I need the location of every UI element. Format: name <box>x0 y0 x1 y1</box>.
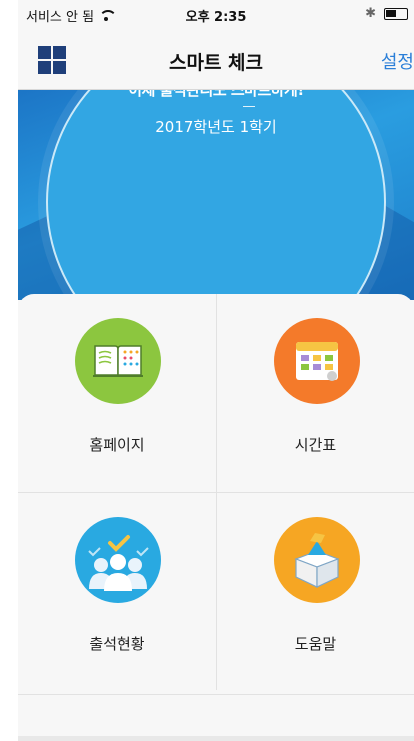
calendar-icon <box>274 318 360 404</box>
menu-label-timetable: 시간표 <box>294 436 337 454</box>
status-right: ✱ <box>365 6 408 21</box>
settings-button[interactable]: 설정 <box>381 48 414 74</box>
attendance-people-icon <box>75 517 161 603</box>
main-menu-grid: 홈페이지 시간표 출석현황 도움말 <box>18 294 414 694</box>
hero-circle: 이제 출석관리도 스마트하게! 2017학년도 1학기 <box>46 90 386 300</box>
status-bar: 서비스 안 됨 오후 2:35 ✱ <box>18 0 414 28</box>
nav-bar: 스마트 체크 설정 <box>18 28 414 90</box>
hero-divider <box>243 106 255 107</box>
app-screen: 서비스 안 됨 오후 2:35 ✱ 스마트 체크 설정 이제 출석관리도 스마트… <box>18 0 414 741</box>
page-title: 스마트 체크 <box>168 52 263 74</box>
bluetooth-icon: ✱ <box>365 6 376 21</box>
semester-label: 2017학년도 1학기 <box>155 118 277 136</box>
hero-banner: 이제 출석관리도 스마트하게! 2017학년도 1학기 <box>18 90 414 300</box>
bottom-edge <box>18 736 414 741</box>
help-box-icon <box>274 517 360 603</box>
menu-label-homepage: 홈페이지 <box>89 436 145 454</box>
menu-tile-homepage[interactable]: 홈페이지 <box>18 294 216 492</box>
menu-tile-help[interactable]: 도움말 <box>216 492 414 690</box>
menu-label-help: 도움말 <box>294 635 337 653</box>
status-time: 오후 2:35 <box>185 10 247 25</box>
menu-footer-area <box>18 694 414 736</box>
menu-tile-attendance[interactable]: 출석현황 <box>18 492 216 690</box>
menu-label-attendance: 출석현황 <box>89 635 145 653</box>
menu-tile-timetable[interactable]: 시간표 <box>216 294 414 492</box>
book-icon <box>75 318 161 404</box>
hero-headline: 이제 출석관리도 스마트하게! <box>128 90 304 99</box>
battery-icon <box>384 7 408 20</box>
